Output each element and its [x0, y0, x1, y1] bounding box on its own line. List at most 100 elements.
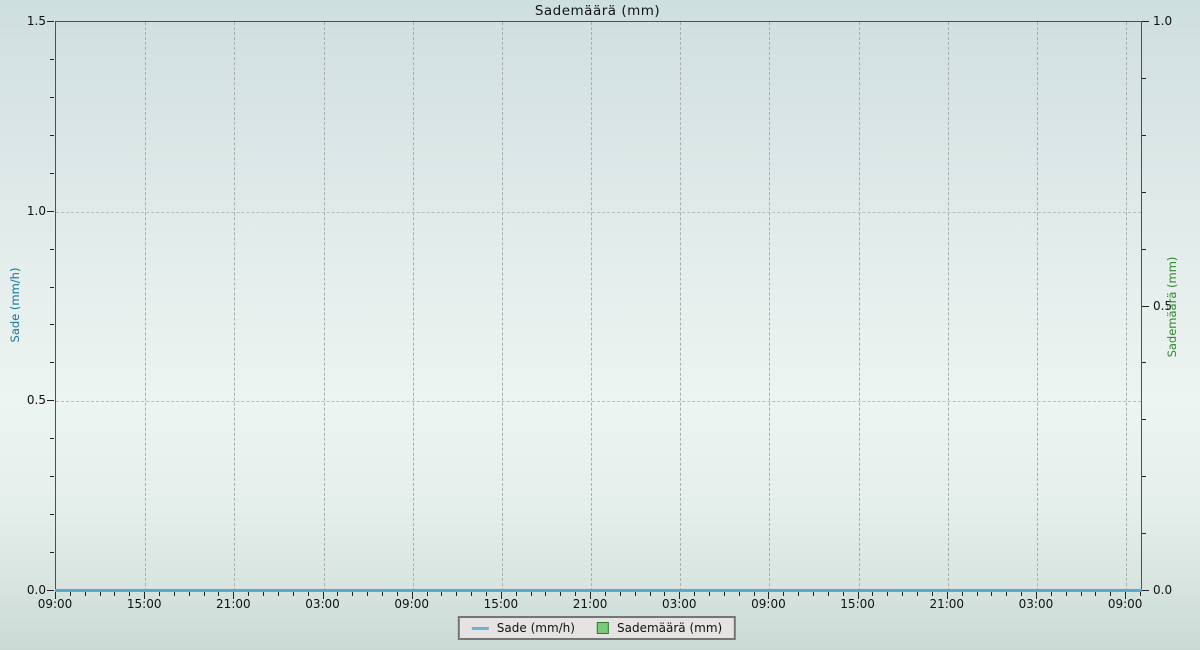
vertical-gridline — [1037, 22, 1038, 591]
x-minor-tick — [278, 592, 279, 596]
vertical-gridline — [859, 22, 860, 591]
sade-zero-data-line — [55, 589, 1142, 592]
x-minor-tick — [828, 592, 829, 596]
y-right-tick-label: 0.0 — [1153, 583, 1193, 597]
x-tick-label: 15:00 — [122, 597, 166, 611]
x-minor-tick — [887, 592, 888, 596]
x-minor-tick — [709, 592, 710, 596]
x-minor-tick — [263, 592, 264, 596]
x-minor-tick — [159, 592, 160, 596]
x-minor-tick — [204, 592, 205, 596]
x-minor-tick — [367, 592, 368, 596]
y-right-minor-tick — [1142, 533, 1146, 534]
x-minor-tick — [872, 592, 873, 596]
x-minor-tick — [902, 592, 903, 596]
x-major-tick — [1036, 592, 1037, 599]
x-minor-tick — [100, 592, 101, 596]
horizontal-gridline — [56, 401, 1141, 402]
y-right-minor-tick — [1142, 78, 1146, 79]
y-right-minor-tick — [1142, 476, 1146, 477]
y-right-minor-tick — [1142, 419, 1146, 420]
x-minor-tick — [114, 592, 115, 596]
x-tick-label: 09:00 — [390, 597, 434, 611]
x-major-tick — [144, 592, 145, 599]
x-tick-label: 21:00 — [211, 597, 255, 611]
vertical-gridline — [413, 22, 414, 591]
x-minor-tick — [1006, 592, 1007, 596]
vertical-gridline — [680, 22, 681, 591]
x-minor-tick — [427, 592, 428, 596]
x-major-tick — [323, 592, 324, 599]
y-left-minor-tick — [50, 249, 54, 250]
x-minor-tick — [932, 592, 933, 596]
x-tick-label: 03:00 — [657, 597, 701, 611]
chart-title: Sademäärä (mm) — [0, 3, 1195, 19]
x-minor-tick — [991, 592, 992, 596]
x-minor-tick — [843, 592, 844, 596]
x-minor-tick — [605, 592, 606, 596]
x-minor-tick — [977, 592, 978, 596]
grid-layer — [56, 22, 1141, 591]
horizontal-gridline — [56, 212, 1141, 213]
x-major-tick — [233, 592, 234, 599]
y-left-tick-label: 0.0 — [6, 583, 46, 597]
x-major-tick — [412, 592, 413, 599]
x-minor-tick — [471, 592, 472, 596]
x-minor-tick — [1140, 592, 1141, 596]
x-major-tick — [768, 592, 769, 599]
x-minor-tick — [575, 592, 576, 596]
plot-area — [55, 21, 1142, 592]
x-minor-tick — [308, 592, 309, 596]
x-tick-label: 21:00 — [568, 597, 612, 611]
x-minor-tick — [189, 592, 190, 596]
x-major-tick — [501, 592, 502, 599]
y-left-minor-tick — [50, 324, 54, 325]
vertical-gridline — [502, 22, 503, 591]
x-minor-tick — [397, 592, 398, 596]
x-minor-tick — [129, 592, 130, 596]
x-minor-tick — [635, 592, 636, 596]
x-tick-label: 09:00 — [1103, 597, 1147, 611]
vertical-gridline — [234, 22, 235, 591]
vertical-gridline — [1126, 22, 1127, 591]
legend-item-sademaara: Sademäärä (mm) — [597, 621, 722, 635]
x-minor-tick — [248, 592, 249, 596]
y-left-tick-label: 0.5 — [6, 393, 46, 407]
x-minor-tick — [664, 592, 665, 596]
x-tick-label: 09:00 — [33, 597, 77, 611]
y-left-minor-tick — [50, 97, 54, 98]
x-minor-tick — [724, 592, 725, 596]
x-major-tick — [590, 592, 591, 599]
x-major-tick — [858, 592, 859, 599]
x-minor-tick — [70, 592, 71, 596]
y-left-minor-tick — [50, 438, 54, 439]
y-right-minor-tick — [1142, 192, 1146, 193]
x-minor-tick — [293, 592, 294, 596]
x-tick-label: 03:00 — [1014, 597, 1058, 611]
x-minor-tick — [1110, 592, 1111, 596]
x-minor-tick — [798, 592, 799, 596]
left-axis-label: Sade (mm/h) — [8, 268, 22, 343]
x-tick-label: 03:00 — [301, 597, 345, 611]
x-minor-tick — [545, 592, 546, 596]
y-left-minor-tick — [50, 287, 54, 288]
x-minor-tick — [531, 592, 532, 596]
x-minor-tick — [352, 592, 353, 596]
legend-label-sade: Sade (mm/h) — [497, 621, 575, 635]
y-right-major-tick — [1142, 590, 1149, 591]
y-left-tick-label: 1.0 — [6, 204, 46, 218]
vertical-gridline — [948, 22, 949, 591]
x-minor-tick — [382, 592, 383, 596]
y-right-minor-tick — [1142, 135, 1146, 136]
y-left-major-tick — [47, 211, 54, 212]
x-tick-label: 15:00 — [836, 597, 880, 611]
vertical-gridline — [324, 22, 325, 591]
y-left-minor-tick — [50, 476, 54, 477]
y-left-minor-tick — [50, 135, 54, 136]
y-right-minor-tick — [1142, 362, 1146, 363]
blue-line-marker-icon — [472, 627, 489, 630]
x-minor-tick — [516, 592, 517, 596]
green-square-marker-icon — [597, 622, 609, 634]
y-left-major-tick — [47, 590, 54, 591]
x-tick-label: 21:00 — [925, 597, 969, 611]
